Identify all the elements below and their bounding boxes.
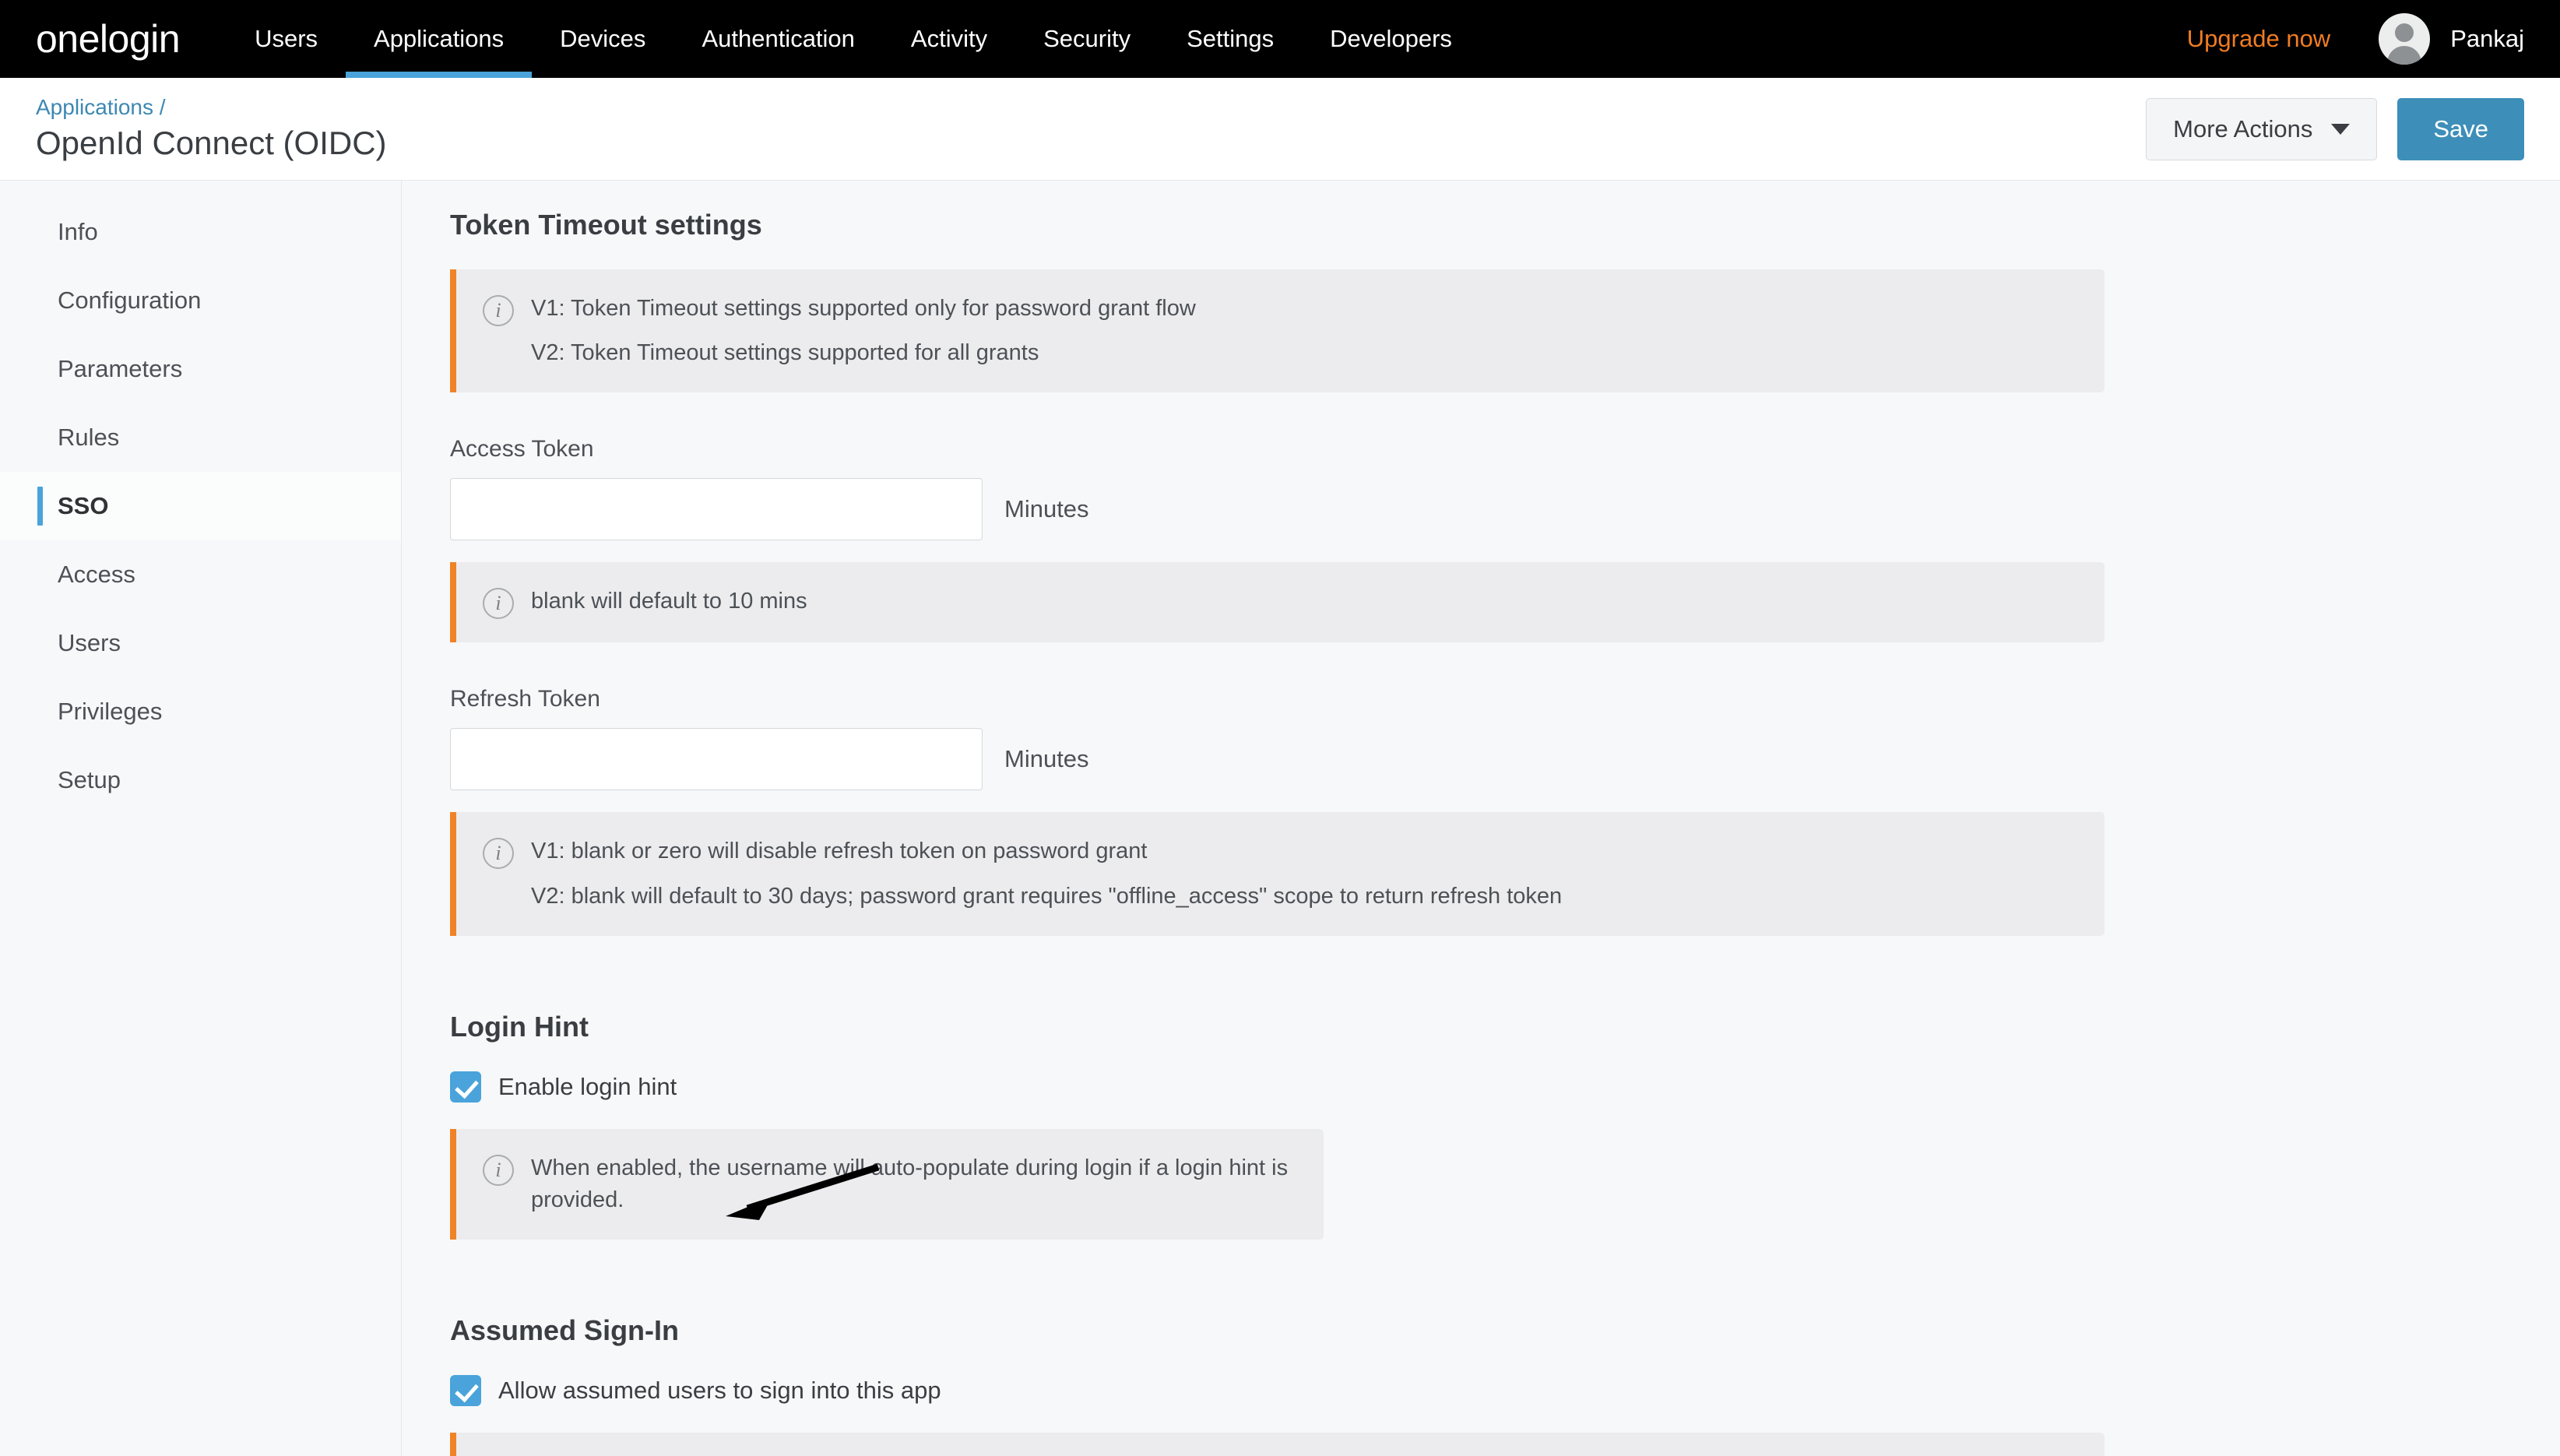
nav-item-applications[interactable]: Applications [346,0,533,78]
sidebar-item-label: Info [58,218,98,245]
nav-item-activity[interactable]: Activity [883,0,1015,78]
nav-item-devices[interactable]: Devices [532,0,673,78]
top-navigation-bar: onelogin Users Applications Devices Auth… [0,0,2560,78]
main-content: Token Timeout settings i V1: Token Timeo… [402,181,2560,1456]
enable-login-hint-label[interactable]: Enable login hint [498,1073,677,1101]
enable-login-hint-checkbox[interactable] [450,1071,481,1103]
sidebar-item-label: Configuration [58,287,202,314]
breadcrumb: Applications / OpenId Connect (OIDC) [36,93,387,164]
sidebar-item-info[interactable]: Info [0,198,401,266]
callout-line: V2: blank will default to 30 days; passw… [531,883,1563,909]
nav-item-developers[interactable]: Developers [1302,0,1480,78]
nav-item-users[interactable]: Users [227,0,346,78]
app-page: onelogin Users Applications Devices Auth… [0,0,2560,1456]
refresh-token-info-callout: i V1: blank or zero will disable refresh… [450,812,2105,936]
sidebar-item-label: SSO [58,492,109,519]
nav-label: Users [255,25,318,52]
nav-label: Settings [1187,25,1275,52]
header-actions: More Actions Save [2146,97,2524,160]
callout-text: When enabled, the username will auto-pop… [531,1152,1292,1216]
token-timeout-info-callout: i V1: Token Timeout settings supported o… [450,269,2105,393]
callout-line: V2: Token Timeout settings supported for… [531,340,1039,366]
sidebar-item-label: Users [58,629,121,656]
refresh-token-row: Minutes [450,728,2512,791]
access-token-input[interactable] [450,478,983,541]
nav-item-security[interactable]: Security [1015,0,1159,78]
breadcrumb-applications-link[interactable]: Applications / [36,93,387,122]
sidebar-item-users[interactable]: Users [0,609,401,677]
sidebar-item-sso[interactable]: SSO [0,472,401,540]
sidebar-item-parameters[interactable]: Parameters [0,335,401,403]
sso-settings-form: Token Timeout settings i V1: Token Timeo… [402,209,2512,1456]
info-icon: i [483,295,514,326]
nav-label: Activity [910,25,988,52]
enable-login-hint-row[interactable]: Enable login hint [450,1071,2512,1103]
callout-text: V1: Token Timeout settings supported onl… [531,293,1196,369]
nav-item-authentication[interactable]: Authentication [673,0,882,78]
sidebar-item-label: Rules [58,424,120,451]
assumed-signin-info-callout: i When enabled, admins who assume users … [450,1433,2105,1456]
nav-label: Applications [374,25,505,52]
callout-line: blank will default to 10 mins [531,589,807,614]
save-button[interactable]: Save [2397,97,2524,160]
callout-line: When enabled, the username will auto-pop… [531,1155,1289,1212]
sidebar-item-label: Parameters [58,355,183,382]
more-actions-button[interactable]: More Actions [2146,97,2378,160]
sidebar-item-privileges[interactable]: Privileges [0,677,401,746]
app-sidebar-nav: Info Configuration Parameters Rules SSO … [0,181,402,1456]
page-title: OpenId Connect (OIDC) [36,125,387,162]
primary-nav: Users Applications Devices Authenticatio… [227,0,1480,78]
assumed-signin-heading: Assumed Sign-In [450,1314,680,1347]
allow-assumed-users-checkbox[interactable] [450,1375,481,1407]
sidebar-item-access[interactable]: Access [0,540,401,609]
sidebar-item-setup[interactable]: Setup [0,746,401,814]
access-token-unit-label: Minutes [1004,495,1089,523]
info-icon: i [483,838,514,870]
info-icon: i [483,588,514,620]
chevron-down-icon [2331,123,2351,135]
sidebar-item-configuration[interactable]: Configuration [0,266,401,335]
onelogin-logo[interactable]: onelogin [36,19,181,58]
nav-label: Devices [560,25,646,52]
nav-right-cluster: Upgrade now Pankaj [2187,13,2524,65]
access-token-row: Minutes [450,478,2512,541]
refresh-token-input[interactable] [450,728,983,791]
avatar[interactable] [2379,13,2431,65]
nav-label: Security [1043,25,1131,52]
callout-text: blank will default to 10 mins [531,586,807,617]
nav-label: Authentication [702,25,855,52]
info-icon: i [483,1154,514,1186]
allow-assumed-users-row[interactable]: Allow assumed users to sign into this ap… [450,1375,2512,1407]
nav-item-settings[interactable]: Settings [1159,0,1302,78]
page-body: Info Configuration Parameters Rules SSO … [0,181,2560,1456]
sidebar-item-label: Setup [58,766,121,793]
login-hint-info-callout: i When enabled, the username will auto-p… [450,1128,1324,1240]
callout-text: V1: blank or zero will disable refresh t… [531,835,1562,912]
refresh-token-label: Refresh Token [450,686,600,712]
access-token-label: Access Token [450,436,594,462]
more-actions-label: More Actions [2173,114,2313,142]
refresh-token-unit-label: Minutes [1004,745,1089,773]
allow-assumed-users-label[interactable]: Allow assumed users to sign into this ap… [498,1377,941,1405]
callout-line: V1: Token Timeout settings supported onl… [531,296,1196,321]
sidebar-item-label: Privileges [58,698,163,725]
callout-line: V1: blank or zero will disable refresh t… [531,839,1148,864]
upgrade-now-link[interactable]: Upgrade now [2187,25,2330,53]
access-token-info-callout: i blank will default to 10 mins [450,562,2105,643]
nav-label: Developers [1330,25,1452,52]
sidebar-item-rules[interactable]: Rules [0,403,401,472]
login-hint-heading: Login Hint [450,1010,589,1043]
token-timeout-heading: Token Timeout settings [450,209,762,241]
account-menu-username[interactable]: Pankaj [2450,25,2524,53]
page-subheader: Applications / OpenId Connect (OIDC) Mor… [0,78,2560,181]
sidebar-item-label: Access [58,561,135,588]
